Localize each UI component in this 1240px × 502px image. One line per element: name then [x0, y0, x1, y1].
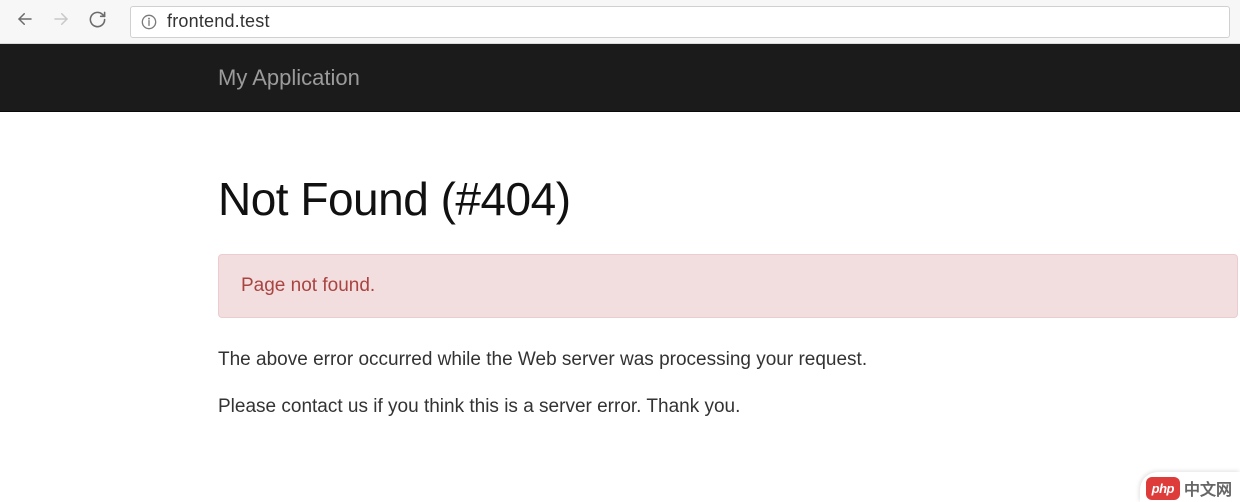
error-description-2: Please contact us if you think this is a…: [218, 393, 1240, 422]
reload-button[interactable]: [86, 11, 108, 33]
forward-button[interactable]: [50, 11, 72, 33]
alert-text: Page not found.: [241, 275, 375, 296]
nav-button-group: [10, 11, 116, 33]
reload-icon: [88, 10, 107, 34]
url-text: frontend.test: [167, 11, 270, 32]
browser-toolbar: frontend.test: [0, 0, 1240, 44]
error-description-1: The above error occurred while the Web s…: [218, 346, 1240, 375]
watermark: php 中文网: [1140, 472, 1240, 502]
watermark-badge: php: [1146, 477, 1180, 500]
error-alert: Page not found.: [218, 254, 1238, 318]
error-title: Not Found (#404): [218, 172, 1240, 226]
back-button[interactable]: [14, 11, 36, 33]
arrow-right-icon: [52, 10, 70, 33]
app-navbar: My Application: [0, 44, 1240, 112]
app-brand[interactable]: My Application: [218, 65, 360, 90]
arrow-left-icon: [16, 10, 34, 33]
info-icon[interactable]: [141, 14, 157, 30]
page-content: Not Found (#404) Page not found. The abo…: [0, 112, 1240, 421]
address-bar[interactable]: frontend.test: [130, 6, 1230, 38]
watermark-text: 中文网: [1184, 476, 1232, 500]
navbar-container: My Application: [0, 65, 360, 91]
